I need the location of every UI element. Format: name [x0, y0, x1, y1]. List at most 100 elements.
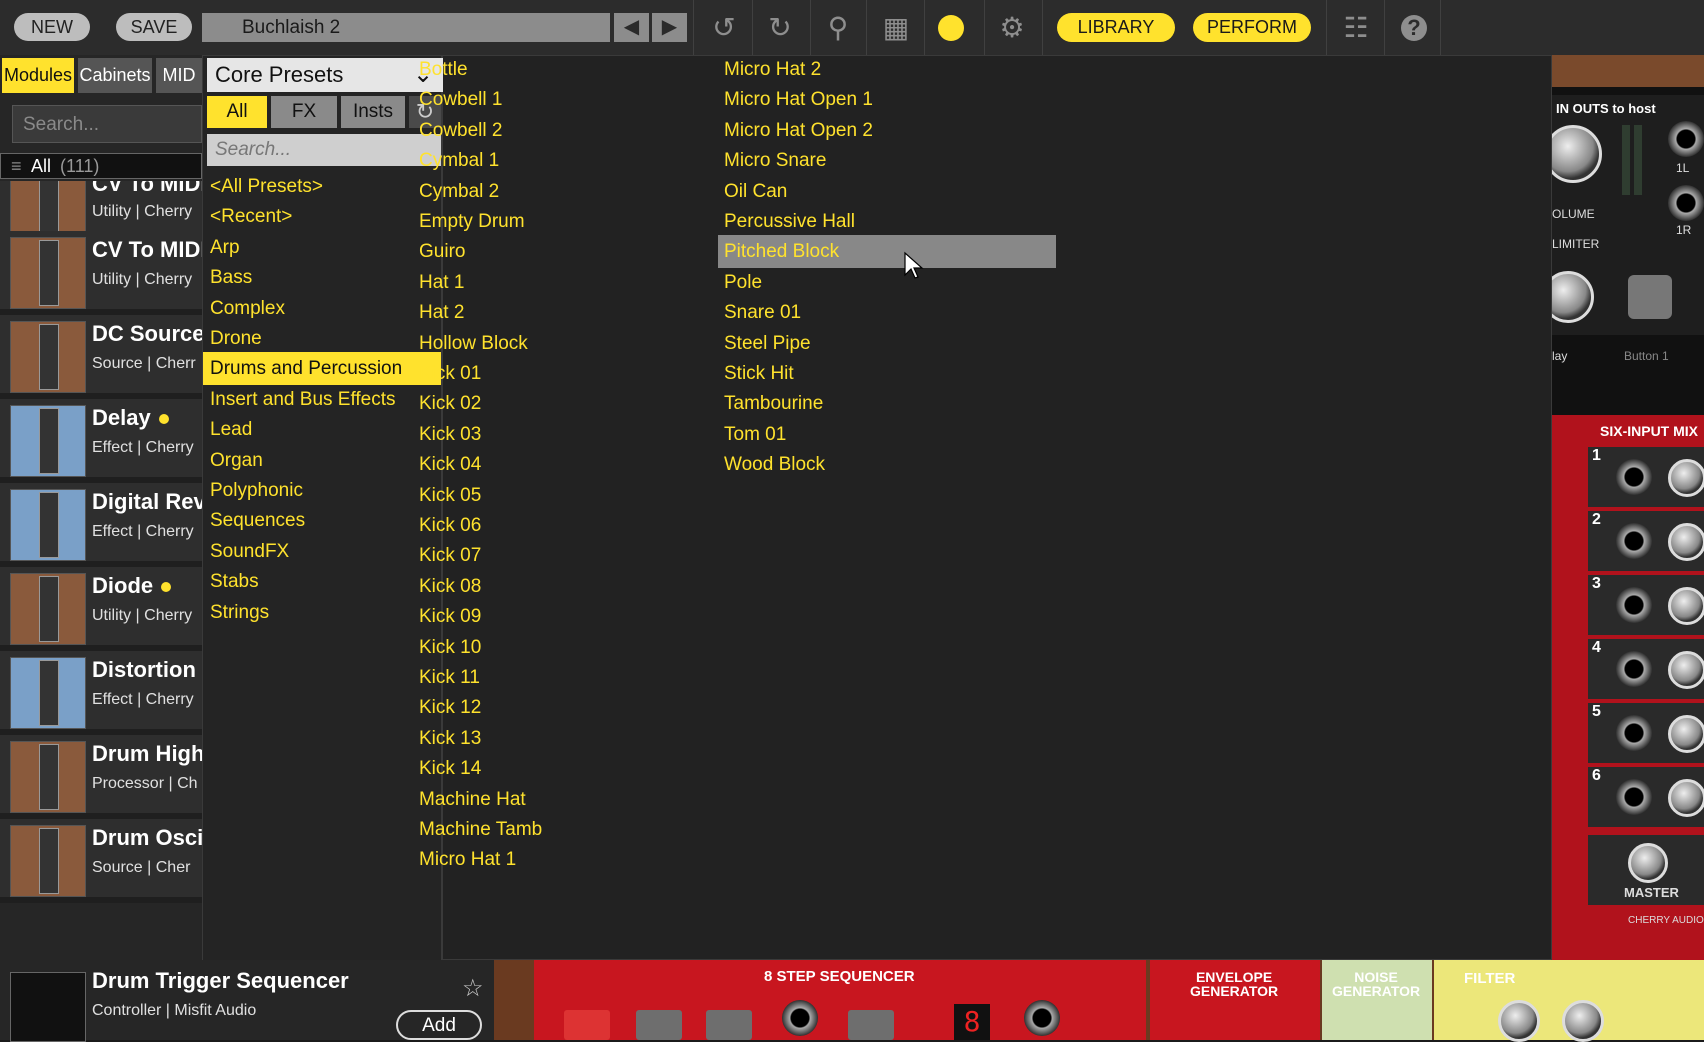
category-item[interactable]: Bass [203, 261, 441, 294]
preset-item-highlighted[interactable]: Pitched Block [718, 235, 1056, 269]
gear-icon[interactable]: ⚙ [990, 8, 1034, 48]
cpu-indicator-icon[interactable] [938, 15, 964, 41]
preset-item[interactable]: Bottle [419, 53, 468, 86]
master-knob[interactable] [1628, 843, 1668, 883]
preset-item[interactable]: Steel Pipe [724, 327, 811, 360]
jack-icon[interactable] [1616, 459, 1652, 495]
category-item[interactable]: Organ [203, 444, 441, 477]
zoom-icon[interactable]: ⚲ [816, 8, 860, 48]
jack-icon[interactable] [1616, 587, 1652, 623]
preset-item[interactable]: Cowbell 2 [419, 114, 502, 147]
category-item[interactable]: Complex [203, 292, 441, 325]
category-item[interactable]: Drone [203, 322, 441, 355]
category-item[interactable]: SoundFX [203, 535, 441, 568]
level-knob[interactable] [1668, 587, 1704, 625]
preset-item[interactable]: Kick 06 [419, 509, 481, 542]
preset-item[interactable]: Stick Hit [724, 357, 794, 390]
tab-midi[interactable]: MID [156, 58, 202, 93]
stop-button[interactable] [564, 1010, 610, 1040]
jack-icon[interactable] [1668, 121, 1704, 157]
category-item[interactable]: Stabs [203, 565, 441, 598]
level-knob[interactable] [1668, 523, 1704, 561]
grid-icon[interactable]: ▦ [874, 8, 918, 48]
filter-tab-insts[interactable]: Insts [341, 96, 405, 128]
preset-item[interactable]: Empty Drum [419, 205, 525, 238]
jack-icon[interactable] [1616, 715, 1652, 751]
prev-preset-icon[interactable]: ◀ [614, 13, 649, 42]
category-item[interactable]: Insert and Bus Effects [203, 383, 441, 416]
jack-icon[interactable] [1616, 523, 1652, 559]
preset-item[interactable]: Machine Tamb [419, 813, 542, 846]
preset-item[interactable]: Kick 11 [419, 661, 480, 694]
preset-item[interactable]: Micro Hat 2 [724, 53, 821, 86]
category-item[interactable]: Strings [203, 596, 441, 629]
list-item[interactable]: CV To MIDI Utility | Cherry [0, 231, 206, 315]
preset-item[interactable]: Tambourine [724, 387, 823, 420]
preset-item[interactable]: Hat 2 [419, 296, 464, 329]
preset-search-input[interactable]: Search... [207, 134, 441, 166]
preset-title-field[interactable]: Buchlaish 2 [202, 13, 610, 42]
preset-item[interactable]: Kick 07 [419, 539, 481, 572]
preset-item[interactable]: Kick 05 [419, 479, 481, 512]
preset-item[interactable]: Micro Hat Open 1 [724, 83, 873, 116]
list-item[interactable]: Drum Osci Source | Cher [0, 819, 203, 903]
list-item[interactable]: Digital Rev Effect | Cherry [0, 483, 206, 567]
category-item[interactable]: <Recent> [203, 200, 441, 233]
volume-knob[interactable] [1552, 125, 1602, 183]
preset-item[interactable]: Percussive Hall [724, 205, 855, 238]
filter-tab-fx[interactable]: FX [271, 96, 337, 128]
preset-item[interactable]: Oil Can [724, 175, 787, 208]
preset-item[interactable]: Kick 03 [419, 418, 481, 451]
category-item[interactable]: Lead [203, 413, 441, 446]
list-item[interactable]: Drum High Processor | Ch [0, 735, 204, 819]
delay-knob[interactable] [1552, 271, 1594, 323]
filter-tab-all[interactable]: All [207, 96, 267, 128]
save-button[interactable]: SAVE [116, 13, 192, 41]
level-knob[interactable] [1668, 459, 1704, 497]
library-button[interactable]: LIBRARY [1057, 13, 1175, 42]
level-knob[interactable] [1668, 651, 1704, 689]
category-item[interactable]: Sequences [203, 504, 441, 537]
preset-item[interactable]: Wood Block [724, 448, 825, 481]
preset-item[interactable]: Kick 08 [419, 570, 481, 603]
resonance-knob[interactable] [1562, 1000, 1604, 1042]
preset-item[interactable]: Tom 01 [724, 418, 786, 451]
jack-icon[interactable] [1668, 185, 1704, 221]
list-item[interactable]: Diode Utility | Cherry [0, 567, 202, 651]
tab-cabinets[interactable]: Cabinets [78, 58, 152, 93]
category-item[interactable]: Polyphonic [203, 474, 441, 507]
step-button[interactable] [706, 1010, 752, 1040]
preset-item[interactable]: Guiro [419, 235, 465, 268]
category-item[interactable]: Arp [203, 231, 441, 264]
ext-button[interactable] [848, 1010, 894, 1040]
preset-item[interactable]: Kick 10 [419, 631, 481, 664]
star-icon[interactable]: ☆ [462, 974, 484, 1003]
preset-item[interactable]: Micro Hat 1 [419, 843, 516, 876]
category-item[interactable]: <All Presets> [203, 170, 441, 203]
preset-item[interactable]: Cowbell 1 [419, 83, 502, 116]
play-button[interactable] [636, 1010, 682, 1040]
featured-module[interactable]: Drum Trigger Sequencer Controller | Misf… [0, 960, 494, 1042]
category-item[interactable]: Drums and Percussion [203, 352, 441, 386]
preset-item[interactable]: Cymbal 2 [419, 175, 499, 208]
level-knob[interactable] [1668, 715, 1704, 753]
perform-button[interactable]: PERFORM [1193, 13, 1311, 42]
module-filter[interactable]: ≡ All (111) [0, 153, 202, 179]
next-preset-icon[interactable]: ▶ [652, 13, 687, 42]
redo-icon[interactable]: ↻ [758, 8, 802, 48]
preset-item[interactable]: Machine Hat [419, 783, 526, 816]
preset-item[interactable]: Pole [724, 266, 762, 299]
preset-item[interactable]: Cymbal 1 [419, 144, 499, 177]
button-1[interactable] [1628, 275, 1672, 319]
jack-icon[interactable] [1616, 779, 1652, 815]
preset-item[interactable]: Micro Snare [724, 144, 826, 177]
preset-item[interactable]: Kick 02 [419, 387, 481, 420]
preset-item[interactable]: Kick 01 [419, 357, 481, 390]
undo-icon[interactable]: ↺ [702, 8, 746, 48]
preset-item[interactable]: Kick 09 [419, 600, 481, 633]
list-item[interactable]: Distortion Effect | Cherry [0, 651, 202, 735]
cutoff-knob[interactable] [1498, 1000, 1540, 1042]
module-search-input[interactable]: Search... [12, 105, 202, 143]
jack-icon[interactable] [782, 1000, 818, 1036]
list-item[interactable]: Delay Effect | Cherry [0, 399, 202, 483]
